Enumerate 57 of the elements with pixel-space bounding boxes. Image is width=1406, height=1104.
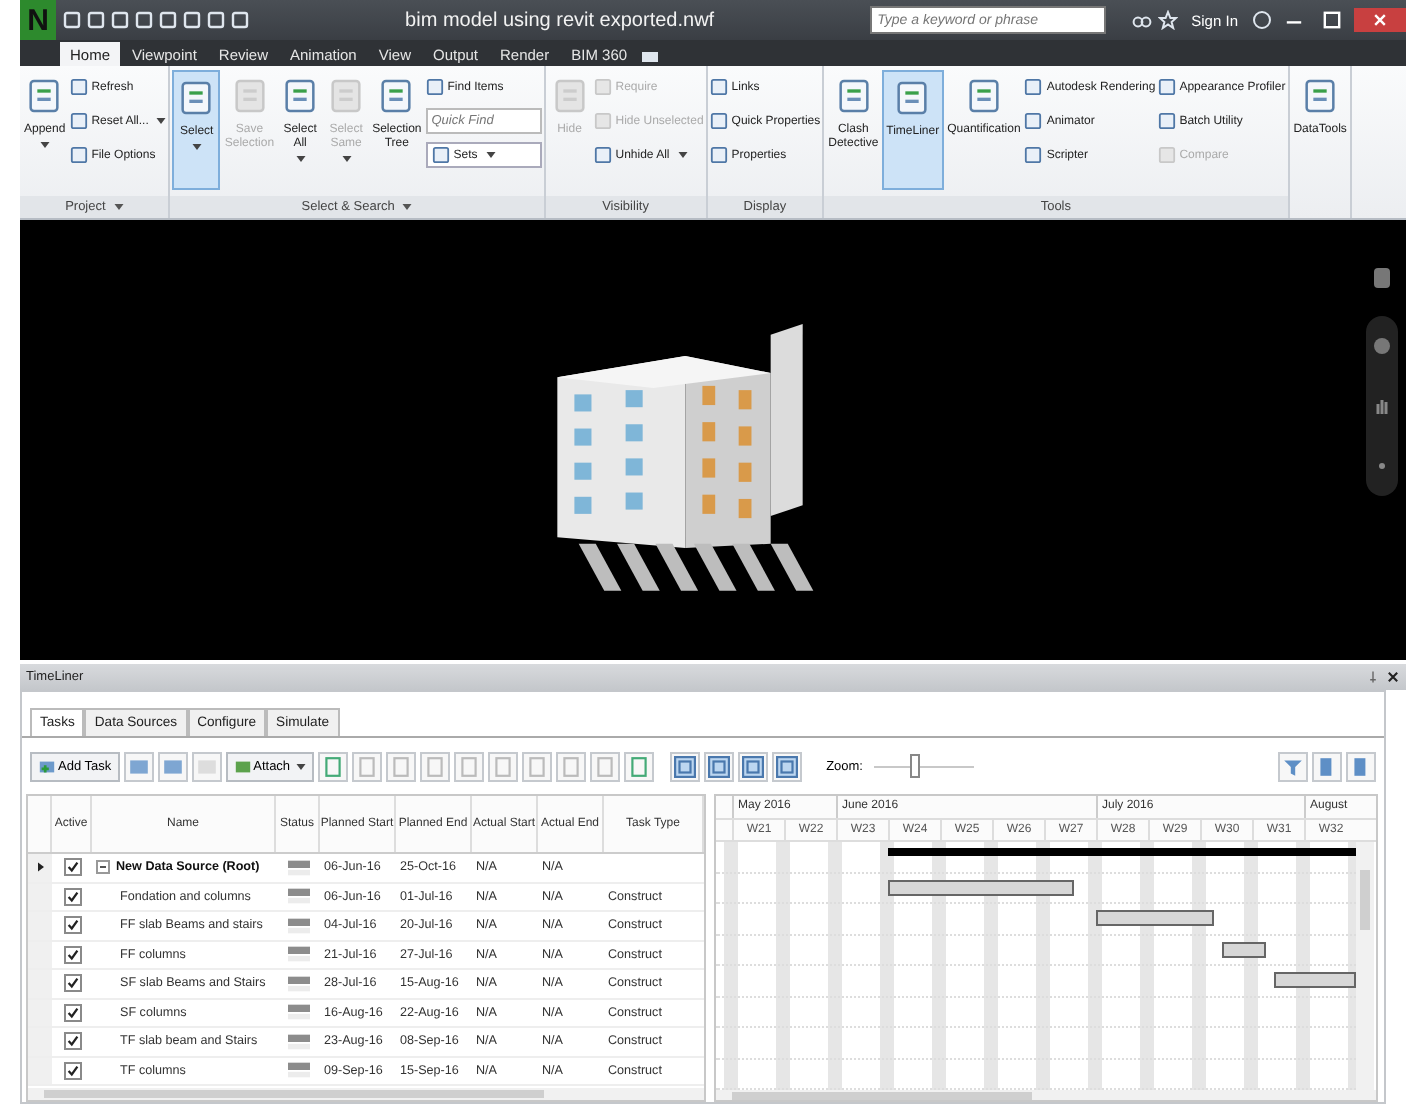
tool-icon: [425, 78, 444, 96]
summary-bar[interactable]: [888, 848, 1356, 857]
checkbox[interactable]: [63, 1032, 81, 1051]
status-icon: [287, 1062, 309, 1079]
3d-viewport[interactable]: [20, 220, 1406, 660]
collapse-icon[interactable]: [96, 860, 110, 875]
status-icon: [287, 1033, 309, 1050]
caret-icon: [39, 141, 50, 148]
caret-icon: [677, 152, 688, 158]
viewcube-icon[interactable]: [1370, 264, 1394, 292]
scrollbar-thumb[interactable]: [732, 1092, 1032, 1101]
task-bar[interactable]: [1274, 972, 1356, 989]
caret-icon: [295, 155, 306, 162]
filter-icon[interactable]: [1278, 751, 1308, 781]
navigation-bar[interactable]: [1366, 316, 1398, 496]
status-icon: [287, 888, 309, 905]
checkbox[interactable]: [63, 1061, 81, 1080]
caret-icon: [113, 204, 124, 210]
status-icon: [287, 859, 309, 876]
status-icon: [287, 917, 309, 934]
caret-icon: [485, 152, 496, 158]
caret-icon: [191, 143, 202, 150]
app-logo[interactable]: N: [20, 0, 56, 40]
current-row-icon: [37, 862, 43, 873]
row-selector[interactable]: [28, 854, 52, 881]
caret-icon: [156, 118, 167, 124]
close-icon[interactable]: [1354, 8, 1406, 32]
checkbox[interactable]: [63, 974, 81, 993]
scrollbar-thumb[interactable]: [1360, 870, 1370, 931]
pin-icon[interactable]: [1366, 670, 1380, 684]
checkbox[interactable]: [63, 858, 81, 877]
task-bar[interactable]: [1096, 910, 1215, 927]
slider-thumb[interactable]: [910, 754, 921, 778]
status-icon: [287, 1004, 309, 1021]
view-toggle-icon[interactable]: [772, 751, 803, 781]
caret-icon: [296, 763, 307, 769]
tool-icon: [431, 146, 450, 164]
star-icon[interactable]: [1157, 10, 1178, 30]
view-toggle-icon[interactable]: [738, 751, 769, 781]
window-title: bim model using revit exported.nwf: [403, 9, 717, 31]
task-bar[interactable]: [1222, 941, 1267, 958]
view-toggle-icon[interactable]: [704, 751, 735, 781]
attach-icon: [233, 757, 252, 775]
add-task-icon: [38, 757, 56, 775]
help-icon[interactable]: [1252, 10, 1272, 30]
task-bar[interactable]: [888, 879, 1074, 896]
scrollbar-thumb[interactable]: [44, 1090, 544, 1098]
checkbox[interactable]: [63, 887, 81, 906]
caret-icon: [341, 155, 352, 162]
checkbox[interactable]: [63, 916, 81, 935]
view-toggle-icon[interactable]: [670, 751, 701, 781]
status-icon: [287, 946, 309, 963]
checkbox[interactable]: [63, 1003, 81, 1022]
status-icon: [287, 975, 309, 992]
caret-icon: [402, 204, 413, 210]
checkbox[interactable]: [63, 945, 81, 964]
close-icon[interactable]: [1386, 670, 1400, 684]
